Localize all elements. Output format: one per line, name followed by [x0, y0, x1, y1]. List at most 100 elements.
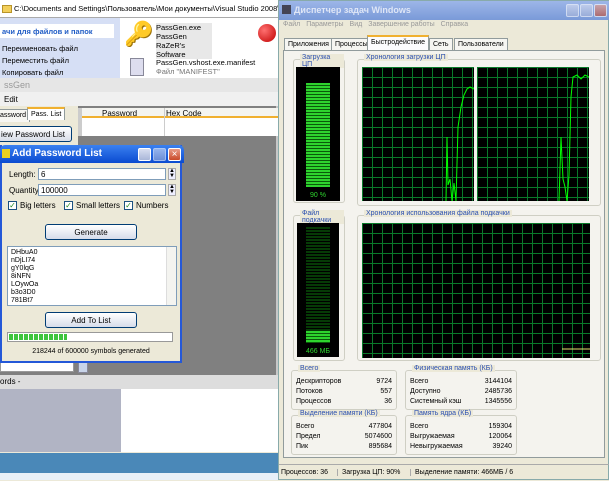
password-listbox[interactable]: DHbuA0 nDjLI74 gY0lqG 8iNFN LOywOa b3o3D…: [7, 246, 177, 306]
group-title: Выделение памяти (КБ): [298, 410, 380, 417]
maximize-button[interactable]: [580, 4, 593, 17]
dialog-title: Add Password List: [12, 148, 103, 159]
cpu-history-graph-core-2: [477, 67, 589, 201]
stat-value: 2485736: [484, 388, 512, 395]
cpu-usage-line: [558, 74, 589, 201]
menu-options[interactable]: Параметры: [306, 21, 343, 28]
length-label: Length:: [9, 170, 36, 179]
checkbox-label: Small letters: [76, 201, 121, 210]
view-password-list-button[interactable]: iew Password List: [0, 126, 72, 142]
file-type: Файл "MANIFEST": [156, 67, 220, 76]
stat-label: Невыгружаемая: [410, 443, 463, 450]
menu-view[interactable]: Вид: [350, 21, 363, 28]
length-spinner[interactable]: ▲ ▼: [168, 168, 176, 180]
menu-file[interactable]: Файл: [283, 21, 300, 28]
checkbox-label: Numbers: [136, 201, 169, 210]
menu-shutdown[interactable]: Завершение работы: [368, 21, 434, 28]
column-password[interactable]: Password: [102, 109, 137, 118]
status-bar: ords -: [0, 375, 278, 389]
taskmgr-icon: [282, 5, 291, 14]
list-item[interactable]: nDjLI74: [11, 257, 173, 265]
taskmgr-titlebar: Диспетчер задач Windows: [279, 1, 609, 20]
stat-value: 159304: [488, 423, 512, 430]
file-passgen-exe[interactable]: 🔑 PassGen.exe PassGen RaZeR's Software: [122, 20, 212, 59]
file-desc: PassGen: [156, 32, 187, 41]
list-item[interactable]: 781Bt7: [11, 297, 173, 305]
stat-value: 36: [384, 398, 392, 405]
list-item[interactable]: gY0lqG: [11, 265, 173, 273]
passgen-titlebar: ssGen: [0, 78, 278, 92]
stat-value: 557: [380, 388, 392, 395]
pagefile-gauge: 466 МБ: [297, 223, 339, 357]
stat-label: Предел: [296, 433, 321, 440]
listbox-scrollbar[interactable]: [166, 247, 176, 305]
cpu-gauge-fill: [306, 83, 330, 187]
explorer-window: C:\Documents and Settings\Пользователь\М…: [0, 0, 280, 90]
task-move[interactable]: Переместить файл: [2, 56, 69, 65]
stat-value: 477804: [368, 423, 392, 430]
group-title: Хронология использования файла подкачки: [364, 210, 512, 217]
close-button[interactable]: [594, 4, 607, 17]
menu-edit[interactable]: Edit: [4, 95, 18, 104]
cpu-value: 90 %: [310, 192, 326, 199]
tab-pass-list[interactable]: Pass. List: [27, 107, 66, 120]
length-input[interactable]: 6: [38, 168, 166, 180]
file-name: PassGen.vshost.exe.manifest: [156, 58, 256, 67]
tab-password[interactable]: assword: [0, 109, 31, 122]
minimize-button[interactable]: [138, 148, 151, 161]
tasks-header[interactable]: ачи для файлов и папок: [0, 24, 114, 38]
address-bar[interactable]: C:\Documents and Settings\Пользователь\М…: [0, 0, 280, 18]
file-name: PassGen.exe: [156, 23, 202, 32]
address-text: C:\Documents and Settings\Пользователь\М…: [14, 4, 280, 13]
list-item[interactable]: LOywOa: [11, 281, 173, 289]
stat-value: 5074600: [364, 433, 392, 440]
stat-label: Пик: [296, 443, 309, 450]
pagefile-history-graph: [362, 223, 590, 358]
folder-icon: [2, 5, 12, 13]
progress-fill: [9, 334, 68, 340]
checkbox-icon: ✓: [124, 201, 133, 211]
taskbar-strip: [0, 453, 278, 473]
big-letters-checkbox[interactable]: ✓ Big letters: [8, 201, 56, 211]
stat-label: Дескрипторов: [296, 378, 342, 385]
menu-help[interactable]: Справка: [441, 21, 468, 28]
group-title: Физическая память (КБ): [412, 365, 495, 372]
stat-label: Системный кэш: [410, 398, 462, 405]
stat-value: 120064: [488, 433, 512, 440]
add-to-list-button[interactable]: Add To List: [45, 312, 137, 328]
password-grid[interactable]: Password Hex Code: [78, 108, 278, 136]
column-hex-code[interactable]: Hex Code: [166, 109, 202, 118]
file-manifest[interactable]: PassGen.vshost.exe.manifest Файл "MANIFE…: [122, 56, 272, 78]
desktop-area-white: [121, 389, 278, 452]
status-commit: Выделение памяти: 466МБ / 6: [410, 469, 513, 476]
passgen-input[interactable]: [0, 362, 74, 372]
pagefile-gauge-fill: [306, 331, 330, 343]
list-item[interactable]: b3o3D0: [11, 289, 173, 297]
tab-performance[interactable]: Быстродействие: [367, 35, 430, 50]
group-title: Всего: [298, 365, 321, 372]
generate-button[interactable]: Generate: [45, 224, 137, 240]
totals-group: Всего Дескрипторов 9724 Потоков 557 Процес…: [291, 365, 397, 410]
small-letters-checkbox[interactable]: ✓ Small letters: [64, 201, 121, 211]
list-item[interactable]: 8iNFN: [11, 273, 173, 281]
key-icon: 🔑: [124, 21, 154, 48]
task-rename[interactable]: Переименовать файл: [2, 44, 78, 53]
desktop-area: [0, 389, 121, 452]
quantity-input[interactable]: 100000: [38, 184, 166, 196]
stat-label: Доступно: [410, 388, 441, 395]
stat-value: 9724: [376, 378, 392, 385]
group-title: Хронология загрузки ЦП: [364, 54, 448, 61]
stat-label: Выгружаемая: [410, 433, 455, 440]
cpu-usage-line: [445, 86, 474, 201]
dialog-titlebar: Add Password List ×: [0, 145, 184, 163]
task-copy[interactable]: Копировать файл: [2, 68, 63, 77]
minimize-button[interactable]: [566, 4, 579, 17]
maximize-button[interactable]: [153, 148, 166, 161]
kernel-memory-group: Память ядра (КБ) Всего 159304 Выгружаемая…: [405, 410, 517, 455]
close-button[interactable]: ×: [168, 148, 181, 161]
taskmgr-status-bar: Процессов: 36 Загрузка ЦП: 90% Выделение…: [279, 464, 609, 481]
list-item[interactable]: DHbuA0: [11, 249, 173, 257]
stat-label: Всего: [410, 423, 429, 430]
quantity-spinner[interactable]: ▲ ▼: [168, 184, 176, 196]
numbers-checkbox[interactable]: ✓ Numbers: [124, 201, 169, 211]
